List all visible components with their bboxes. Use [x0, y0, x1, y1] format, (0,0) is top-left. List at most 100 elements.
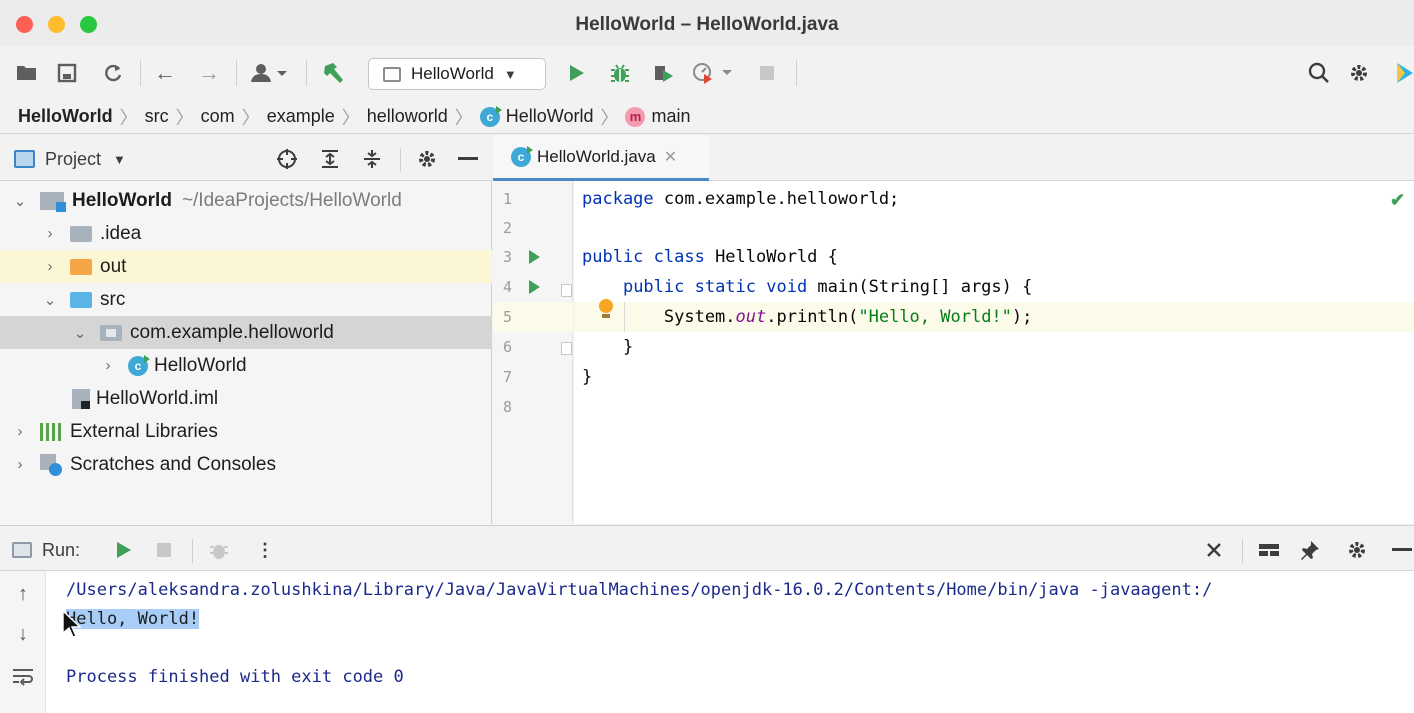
breadcrumb-item[interactable]: com — [201, 106, 235, 127]
settings-icon[interactable] — [416, 147, 438, 171]
code-line-current: System.out.println("Hello, World!"); — [574, 302, 1414, 332]
console-output-line: Hello, World! — [66, 604, 200, 634]
chevron-right-icon[interactable]: › — [100, 357, 116, 374]
more-options-icon[interactable]: ⋮ — [256, 538, 274, 562]
debug-icon[interactable] — [606, 59, 634, 87]
mouse-cursor — [62, 609, 82, 640]
tree-item-scratches[interactable]: › Scratches and Consoles — [0, 448, 492, 481]
run-configuration-label: HelloWorld — [411, 64, 494, 83]
tree-item-class[interactable]: › c HelloWorld — [0, 349, 492, 382]
close-icon[interactable] — [1206, 538, 1222, 562]
breadcrumb: HelloWorld 〉 src 〉 com 〉 example 〉 hello… — [0, 100, 1414, 134]
chevron-down-icon[interactable]: ⌄ — [72, 324, 88, 342]
scroll-down-icon[interactable]: ↓ — [11, 623, 35, 647]
soft-wrap-icon[interactable] — [11, 667, 35, 691]
gutter-content: 1 2 3 4 5 6 7 8 — [493, 181, 573, 524]
stop-icon[interactable] — [756, 59, 778, 87]
build-hammer-icon[interactable] — [318, 59, 348, 87]
run-console[interactable]: ↑ ↓ /Users/aleksandra.zolushkina/Library… — [0, 571, 1414, 713]
panel-icon — [12, 542, 32, 558]
breadcrumb-item-method[interactable]: m main — [625, 106, 691, 127]
project-tree: ⌄ HelloWorld ~/IdeaProjects/HelloWorld ›… — [0, 181, 492, 524]
tree-item-out[interactable]: › out — [0, 250, 492, 283]
breadcrumb-separator: 〉 — [241, 107, 260, 128]
tree-item-label: com.example.helloworld — [130, 321, 334, 343]
project-path: ~/IdeaProjects/HelloWorld — [181, 189, 402, 211]
pin-icon[interactable] — [1300, 538, 1320, 562]
breadcrumb-item[interactable]: src — [145, 106, 169, 127]
line-number: 8 — [503, 398, 513, 416]
forward-icon[interactable]: → — [196, 59, 222, 87]
back-icon[interactable]: ← — [152, 59, 178, 87]
run-configuration-dropdown[interactable]: HelloWorld ▼ — [368, 58, 546, 90]
expand-all-icon[interactable] — [320, 147, 340, 171]
run-class-gutter-icon[interactable] — [529, 250, 540, 264]
run-main-gutter-icon[interactable] — [529, 280, 540, 294]
chevron-right-icon[interactable]: › — [12, 456, 28, 473]
run-panel-title-group: Run: — [12, 538, 80, 562]
lightbulb-icon[interactable] — [598, 299, 614, 321]
chevron-down-icon[interactable]: ⌄ — [42, 291, 58, 309]
stop-icon[interactable] — [156, 538, 172, 562]
search-icon[interactable] — [1306, 59, 1332, 87]
chevron-right-icon[interactable]: › — [42, 258, 58, 275]
library-icon — [40, 422, 62, 441]
line-number: 6 — [503, 338, 513, 356]
fold-marker-icon[interactable] — [561, 342, 572, 355]
fold-marker-icon[interactable] — [561, 284, 572, 297]
line-number: 2 — [503, 219, 513, 237]
window-title: HelloWorld – HelloWorld.java — [575, 14, 839, 35]
chevron-right-icon[interactable]: › — [12, 423, 28, 440]
breadcrumb-item[interactable]: HelloWorld — [18, 106, 113, 127]
close-icon[interactable]: ✕ — [664, 147, 677, 167]
run-icon[interactable] — [566, 59, 588, 87]
breadcrumb-class-label: HelloWorld — [505, 106, 594, 126]
code-line: } — [582, 367, 593, 387]
chevron-right-icon[interactable]: › — [42, 225, 58, 242]
tree-item-label: HelloWorld.iml — [96, 387, 219, 409]
chevron-down-icon[interactable]: ⌄ — [12, 192, 28, 210]
scratches-icon — [40, 453, 62, 476]
tab-helloworld-java[interactable]: c HelloWorld.java ✕ — [493, 135, 709, 181]
vcs-icon[interactable] — [248, 59, 294, 87]
console-command-line: /Users/aleksandra.zolushkina/Library/Jav… — [66, 580, 1213, 600]
tree-item-src[interactable]: ⌄ src — [0, 283, 492, 316]
header-separator — [400, 148, 401, 172]
minimize-icon[interactable] — [1392, 538, 1412, 562]
settings-icon[interactable] — [1346, 538, 1368, 562]
breadcrumb-item[interactable]: helloworld — [367, 106, 448, 127]
line-number: 3 — [503, 248, 513, 266]
coverage-icon[interactable] — [650, 59, 678, 87]
save-icon[interactable] — [54, 59, 80, 87]
module-file-icon — [72, 388, 90, 409]
package-icon — [100, 324, 122, 341]
folder-open-icon[interactable] — [14, 59, 40, 87]
tree-item-external-libraries[interactable]: › External Libraries — [0, 415, 492, 448]
locate-icon[interactable] — [276, 147, 298, 171]
code-line: package com.example.helloworld; — [582, 189, 900, 209]
layout-icon[interactable] — [1258, 538, 1280, 562]
breadcrumb-item-class[interactable]: c HelloWorld — [479, 105, 594, 127]
project-panel-header: Project ▼ — [0, 135, 492, 181]
code-editor[interactable]: package com.example.helloworld; public c… — [574, 181, 1414, 524]
tree-item-iml[interactable]: HelloWorld.iml — [0, 382, 492, 415]
tree-item-package[interactable]: ⌄ com.example.helloworld — [0, 316, 492, 349]
profile-icon[interactable] — [690, 59, 738, 87]
collapse-all-icon[interactable] — [362, 147, 382, 171]
debug-disabled-icon[interactable] — [208, 538, 230, 562]
breadcrumb-method-label: main — [651, 106, 691, 126]
scroll-up-icon[interactable]: ↑ — [11, 583, 35, 607]
project-icon — [40, 191, 66, 212]
minimize-icon[interactable] — [458, 147, 478, 171]
console-toolbar: ↑ ↓ — [0, 571, 46, 713]
project-view-dropdown[interactable]: Project ▼ — [14, 147, 126, 171]
breadcrumb-item[interactable]: example — [267, 106, 335, 127]
tree-item-project-root[interactable]: ⌄ HelloWorld ~/IdeaProjects/HelloWorld — [0, 184, 492, 217]
chevron-down-icon: ▼ — [113, 151, 126, 167]
plugin-icon[interactable] — [1392, 59, 1414, 87]
tree-item-idea[interactable]: › .idea — [0, 217, 492, 250]
settings-icon[interactable] — [1346, 59, 1372, 87]
class-icon: c — [479, 105, 502, 127]
rerun-icon[interactable] — [116, 538, 132, 562]
sync-icon[interactable] — [100, 59, 126, 87]
